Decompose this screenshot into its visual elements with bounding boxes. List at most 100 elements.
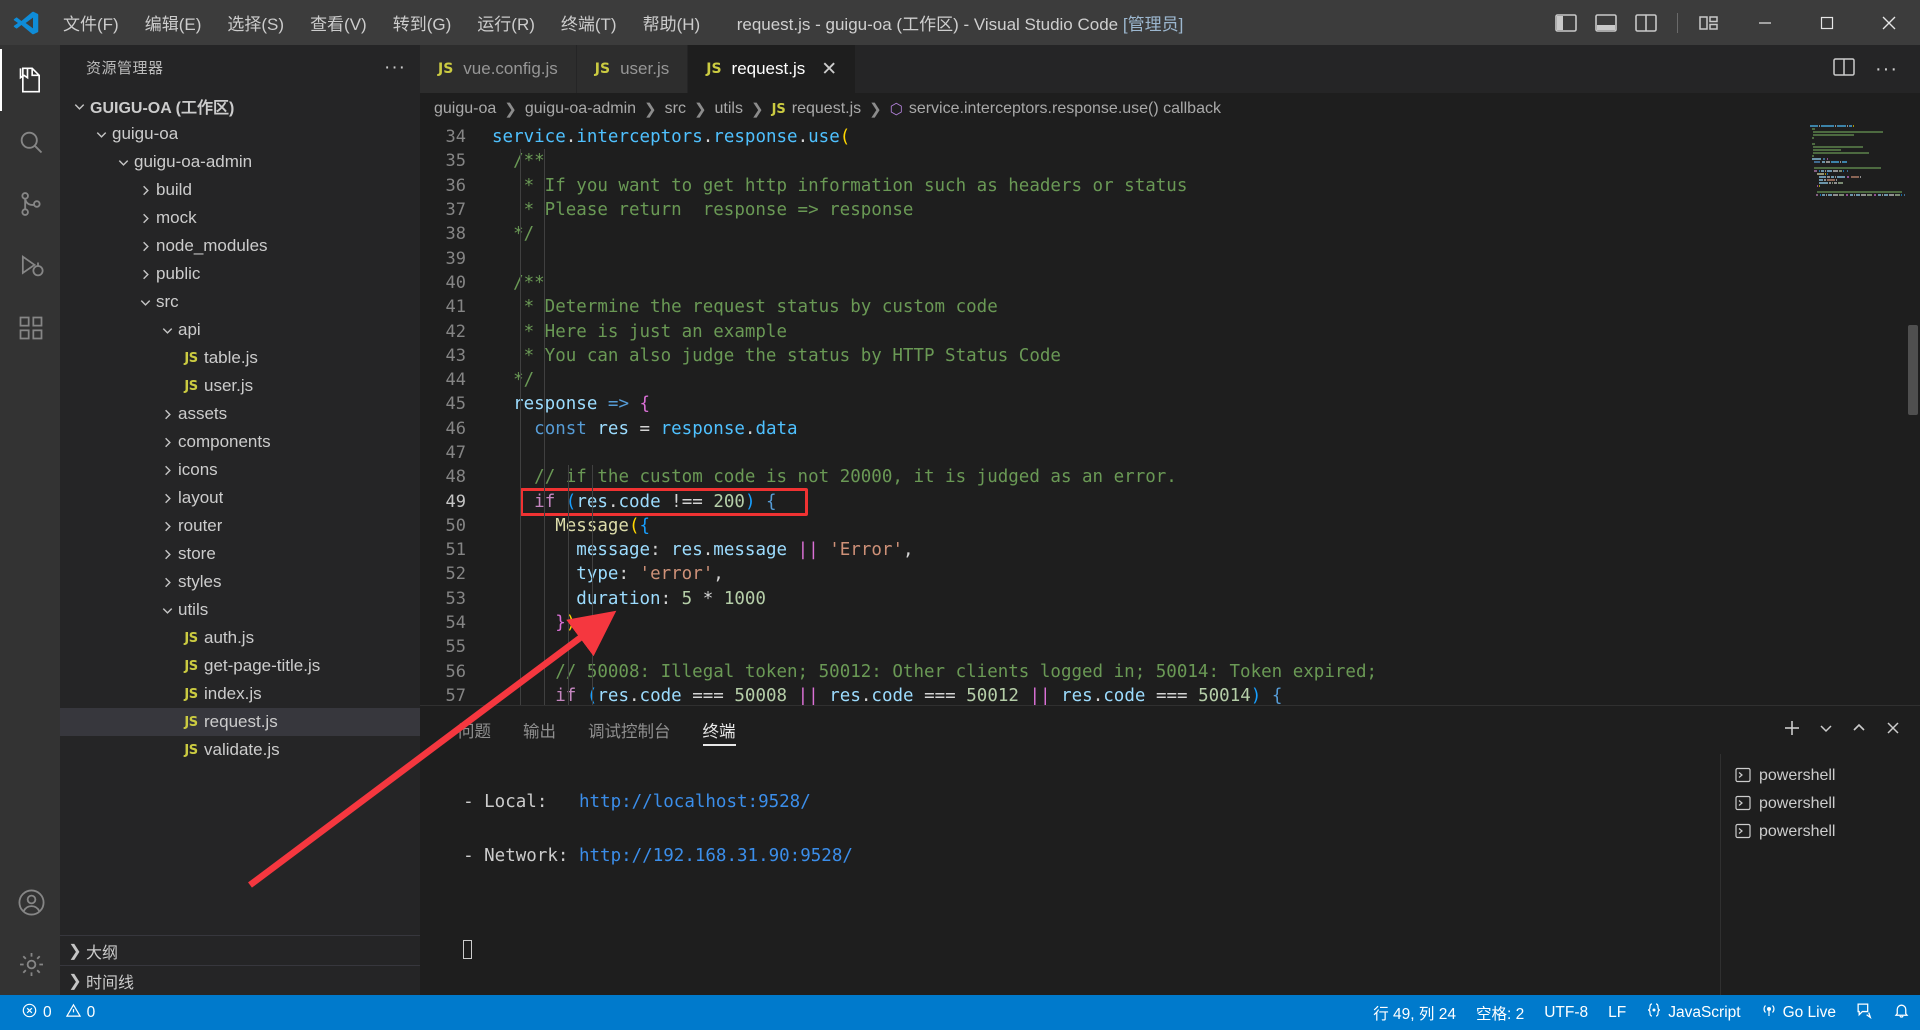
minimap[interactable] bbox=[1806, 125, 1906, 705]
editor-vertical-scrollbar[interactable] bbox=[1906, 125, 1920, 705]
code-line-53[interactable]: 53 duration: 5 * 1000 bbox=[420, 587, 1806, 611]
tree-item-validate-js[interactable]: JSvalidate.js bbox=[60, 736, 420, 764]
toggle-panel-icon[interactable] bbox=[1593, 12, 1619, 34]
breadcrumb-item-src[interactable]: src bbox=[665, 100, 686, 118]
tree-item-guigu-oa[interactable]: guigu-oa bbox=[60, 120, 420, 148]
menu-selection[interactable]: 选择(S) bbox=[216, 5, 295, 40]
status-problems[interactable]: 0 0 bbox=[12, 995, 105, 1030]
tree-item-utils[interactable]: utils bbox=[60, 596, 420, 624]
tab-user-js[interactable]: JS user.js bbox=[577, 45, 688, 93]
chevron-right-icon[interactable] bbox=[156, 463, 178, 478]
tree-item-styles[interactable]: styles bbox=[60, 568, 420, 596]
editor-more-actions-icon[interactable]: ··· bbox=[1875, 58, 1898, 81]
toggle-secondary-sidebar-icon[interactable] bbox=[1633, 12, 1659, 34]
tree-item-components[interactable]: components bbox=[60, 428, 420, 456]
chevron-down-icon[interactable] bbox=[156, 323, 178, 338]
line-text[interactable]: type: 'error', bbox=[492, 564, 724, 584]
tree-item-request-js[interactable]: JSrequest.js bbox=[60, 708, 420, 736]
tree-item-src[interactable]: src bbox=[60, 288, 420, 316]
tree-item-get-page-title-js[interactable]: JSget-page-title.js bbox=[60, 652, 420, 680]
line-text[interactable]: * Please return response => response bbox=[492, 200, 913, 220]
minimize-button[interactable] bbox=[1734, 0, 1796, 45]
chevron-down-icon[interactable] bbox=[1818, 720, 1834, 741]
line-text[interactable]: * Here is just an example bbox=[492, 322, 787, 342]
code-line-46[interactable]: 46 const res = response.data bbox=[420, 417, 1806, 441]
tab-vue-config-js[interactable]: JS vue.config.js bbox=[420, 45, 577, 93]
tree-item-build[interactable]: build bbox=[60, 176, 420, 204]
code-line-56[interactable]: 56 // 50008: Illegal token; 50012: Other… bbox=[420, 660, 1806, 684]
scrollbar-thumb[interactable] bbox=[1908, 325, 1918, 415]
line-text[interactable]: }) bbox=[492, 613, 576, 633]
breadcrumb-item-guigu-oa-admin[interactable]: guigu-oa-admin bbox=[525, 100, 636, 118]
tree-item-index-js[interactable]: JSindex.js bbox=[60, 680, 420, 708]
status-feedback[interactable] bbox=[1846, 995, 1883, 1030]
code-editor[interactable]: 34service.interceptors.response.use(35 /… bbox=[420, 125, 1920, 705]
line-text[interactable]: if (res.code !== 200) { bbox=[492, 492, 777, 512]
line-text[interactable]: const res = response.data bbox=[492, 419, 798, 439]
toggle-primary-sidebar-icon[interactable] bbox=[1553, 12, 1579, 34]
line-text[interactable]: */ bbox=[492, 224, 534, 244]
tree-item-icons[interactable]: icons bbox=[60, 456, 420, 484]
activitybar-item-extensions[interactable] bbox=[0, 297, 60, 359]
code-line-50[interactable]: 50 Message({ bbox=[420, 514, 1806, 538]
activitybar-item-source-control[interactable] bbox=[0, 173, 60, 235]
code-line-38[interactable]: 38 */ bbox=[420, 222, 1806, 246]
menu-view[interactable]: 查看(V) bbox=[299, 5, 378, 40]
activitybar-item-run-debug[interactable] bbox=[0, 235, 60, 297]
chevron-right-icon[interactable] bbox=[134, 239, 156, 254]
code-lines-container[interactable]: 34service.interceptors.response.use(35 /… bbox=[420, 125, 1806, 705]
menu-help[interactable]: 帮助(H) bbox=[632, 5, 712, 40]
code-line-36[interactable]: 36 * If you want to get http information… bbox=[420, 174, 1806, 198]
code-line-57[interactable]: 57 if (res.code === 50008 || res.code ==… bbox=[420, 684, 1806, 705]
terminal-output[interactable]: - Local: http://localhost:9528/ - Networ… bbox=[420, 754, 1720, 995]
panel-tab-problems[interactable]: 问题 bbox=[442, 706, 507, 754]
code-line-49[interactable]: 49 if (res.code !== 200) { bbox=[420, 489, 1806, 513]
menu-terminal[interactable]: 终端(T) bbox=[550, 5, 628, 40]
code-line-47[interactable]: 47 bbox=[420, 441, 1806, 465]
chevron-right-icon[interactable] bbox=[134, 267, 156, 282]
tree-item-layout[interactable]: layout bbox=[60, 484, 420, 512]
tree-item-user-js[interactable]: JSuser.js bbox=[60, 372, 420, 400]
chevron-right-icon[interactable] bbox=[134, 211, 156, 226]
code-line-40[interactable]: 40 /** bbox=[420, 271, 1806, 295]
chevron-right-icon[interactable] bbox=[156, 435, 178, 450]
code-line-54[interactable]: 54 }) bbox=[420, 611, 1806, 635]
tree-item-table-js[interactable]: JStable.js bbox=[60, 344, 420, 372]
sidebar-section-timeline[interactable]: ❯ 时间线 bbox=[60, 965, 420, 995]
tree-item-mock[interactable]: mock bbox=[60, 204, 420, 232]
panel-tab-terminal[interactable]: 终端 bbox=[687, 706, 752, 754]
tree-item-public[interactable]: public bbox=[60, 260, 420, 288]
code-line-37[interactable]: 37 * Please return response => response bbox=[420, 198, 1806, 222]
activitybar-item-search[interactable] bbox=[0, 111, 60, 173]
status-indentation[interactable]: 空格: 2 bbox=[1466, 995, 1534, 1030]
chevron-down-icon[interactable] bbox=[134, 295, 156, 310]
chevron-right-icon[interactable] bbox=[134, 183, 156, 198]
terminal-item-powershell-2[interactable]: powershell bbox=[1721, 790, 1920, 818]
line-text[interactable]: * You can also judge the status by HTTP … bbox=[492, 346, 1061, 366]
code-line-52[interactable]: 52 type: 'error', bbox=[420, 562, 1806, 586]
status-go-live[interactable]: Go Live bbox=[1751, 995, 1846, 1030]
terminal-item-powershell-1[interactable]: powershell bbox=[1721, 762, 1920, 790]
code-line-34[interactable]: 34service.interceptors.response.use( bbox=[420, 125, 1806, 149]
breadcrumb[interactable]: guigu-oa ❯ guigu-oa-admin ❯ src ❯ utils … bbox=[420, 93, 1920, 125]
code-line-35[interactable]: 35 /** bbox=[420, 149, 1806, 173]
line-text[interactable]: Message({ bbox=[492, 516, 650, 536]
status-encoding[interactable]: UTF-8 bbox=[1534, 995, 1598, 1030]
sidebar-section-outline[interactable]: ❯ 大纲 bbox=[60, 935, 420, 965]
line-text[interactable]: // if the custom code is not 20000, it i… bbox=[492, 467, 1177, 487]
tree-item-router[interactable]: router bbox=[60, 512, 420, 540]
code-line-45[interactable]: 45 response => { bbox=[420, 392, 1806, 416]
sidebar-more-actions-icon[interactable]: ··· bbox=[384, 57, 406, 79]
status-notifications[interactable] bbox=[1883, 995, 1920, 1030]
line-text[interactable]: */ bbox=[492, 370, 534, 390]
code-line-55[interactable]: 55 bbox=[420, 635, 1806, 659]
breadcrumb-item-guigu-oa[interactable]: guigu-oa bbox=[434, 100, 496, 118]
menu-file[interactable]: 文件(F) bbox=[52, 5, 130, 40]
menu-edit[interactable]: 编辑(E) bbox=[134, 5, 213, 40]
activitybar-item-settings[interactable] bbox=[0, 933, 60, 995]
line-text[interactable]: /** bbox=[492, 273, 545, 293]
new-terminal-icon[interactable] bbox=[1782, 718, 1802, 743]
line-text[interactable]: // 50008: Illegal token; 50012: Other cl… bbox=[492, 662, 1377, 682]
close-button[interactable] bbox=[1858, 0, 1920, 45]
line-text[interactable]: response => { bbox=[492, 394, 650, 414]
